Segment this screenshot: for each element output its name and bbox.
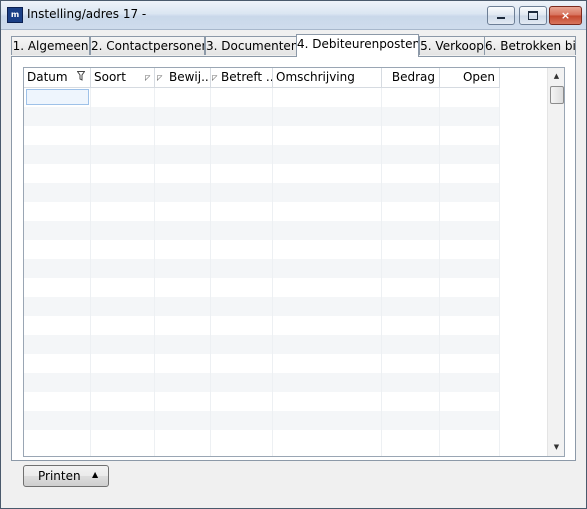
- column-header-label: Bedrag: [391, 70, 435, 84]
- app-icon: m: [7, 7, 23, 23]
- print-button-label: Printen: [38, 469, 81, 483]
- print-button[interactable]: Printen ▲: [23, 465, 109, 487]
- column-header-open[interactable]: Open: [440, 68, 500, 87]
- scroll-up-icon[interactable]: ▲: [548, 68, 564, 85]
- empty-grid-row: [24, 88, 500, 107]
- tab-content-panel: Datum Soort ◸ ◸ Bewij... ◸ Betreft ... O…: [11, 56, 576, 461]
- empty-grid-row: [24, 145, 500, 164]
- column-header-datum[interactable]: Datum: [24, 68, 91, 87]
- empty-grid-row: [24, 107, 500, 126]
- column-header-soort[interactable]: Soort ◸: [91, 68, 155, 87]
- column-header-label: Datum: [27, 70, 68, 84]
- empty-grid-row: [24, 278, 500, 297]
- column-divider: [90, 88, 91, 456]
- column-divider: [272, 88, 273, 456]
- column-divider: [499, 88, 500, 456]
- filter-icon[interactable]: [77, 71, 85, 81]
- sort-indicator-icon: ◸: [145, 74, 151, 82]
- column-header-label: Open: [462, 70, 495, 84]
- grid-header: Datum Soort ◸ ◸ Bewij... ◸ Betreft ... O…: [24, 68, 500, 88]
- tab-documenten[interactable]: 3. Documenten: [205, 36, 297, 55]
- column-header-bewijs[interactable]: ◸ Bewij...: [155, 68, 211, 87]
- column-divider: [154, 88, 155, 456]
- column-header-label: Betreft ...: [221, 70, 273, 84]
- column-header-label: Soort: [94, 70, 126, 84]
- empty-grid-row: [24, 411, 500, 430]
- column-header-label: Bewij...: [169, 70, 211, 84]
- dropdown-arrow-icon[interactable]: ▲: [92, 470, 98, 479]
- tab-verkoop[interactable]: 5. Verkoop: [419, 36, 485, 55]
- sort-indicator-icon: ◸: [157, 74, 163, 82]
- title-bar[interactable]: m Instelling/adres 17 - ×: [1, 1, 586, 30]
- close-icon: ×: [560, 9, 571, 22]
- column-header-omschrijving[interactable]: Omschrijving: [273, 68, 382, 87]
- empty-grid-row: [24, 354, 500, 373]
- close-button[interactable]: ×: [549, 6, 582, 25]
- empty-grid-row: [24, 259, 500, 278]
- maximize-button[interactable]: [519, 6, 547, 25]
- column-header-bedrag[interactable]: Bedrag: [382, 68, 440, 87]
- empty-grid-row: [24, 126, 500, 145]
- empty-grid-row: [24, 335, 500, 354]
- minimize-icon: [497, 17, 505, 19]
- empty-grid-row: [24, 202, 500, 221]
- scroll-thumb[interactable]: [550, 86, 564, 104]
- empty-grid-row: [24, 297, 500, 316]
- column-divider: [210, 88, 211, 456]
- minimize-button[interactable]: [487, 6, 515, 25]
- scroll-down-icon[interactable]: ▼: [548, 439, 564, 456]
- empty-grid-row: [24, 430, 500, 449]
- empty-grid-row: [24, 316, 500, 335]
- empty-grid-row: [24, 221, 500, 240]
- sort-indicator-icon: ◸: [212, 74, 218, 82]
- maximize-icon: [528, 11, 538, 20]
- vertical-scrollbar[interactable]: ▲ ▼: [547, 68, 564, 456]
- tab-strip: 1. Algemeen 2. Contactpersonen 3. Docume…: [11, 34, 576, 57]
- empty-grid-row: [24, 164, 500, 183]
- main-window: m Instelling/adres 17 - × 1. Algemeen 2.…: [0, 0, 587, 509]
- column-header-label: Omschrijving: [276, 70, 355, 84]
- empty-grid-row: [24, 373, 500, 392]
- tab-betrokken-bij[interactable]: 6. Betrokken bij: [484, 36, 576, 55]
- grid-body[interactable]: [24, 88, 500, 454]
- empty-grid-row: [24, 183, 500, 202]
- selected-cell[interactable]: [26, 89, 89, 105]
- column-divider: [381, 88, 382, 456]
- empty-grid-row: [24, 240, 500, 259]
- window-title: Instelling/adres 17 -: [27, 7, 147, 21]
- column-divider: [439, 88, 440, 456]
- debiteurenposten-grid[interactable]: Datum Soort ◸ ◸ Bewij... ◸ Betreft ... O…: [23, 67, 565, 457]
- tab-debiteurenposten[interactable]: 4. Debiteurenposten: [296, 34, 419, 57]
- tab-contactpersonen[interactable]: 2. Contactpersonen: [90, 36, 205, 55]
- tab-algemeen[interactable]: 1. Algemeen: [11, 36, 90, 55]
- empty-grid-row: [24, 392, 500, 411]
- column-header-betreft[interactable]: ◸ Betreft ...: [211, 68, 273, 87]
